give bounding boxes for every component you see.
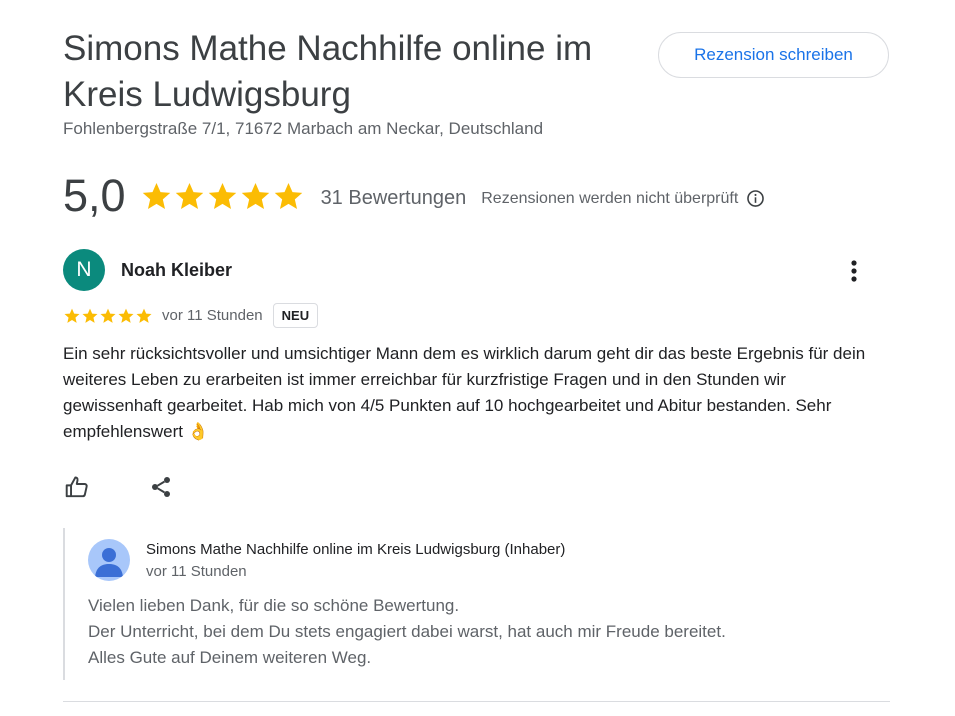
business-title: Simons Mathe Nachhilfe online im Kreis L… — [63, 29, 593, 114]
more-options-button[interactable] — [840, 256, 868, 286]
owner-reply: Simons Mathe Nachhilfe online im Kreis L… — [63, 528, 890, 680]
share-button[interactable] — [146, 472, 176, 502]
star-icon — [118, 308, 134, 323]
divider — [63, 701, 890, 702]
reviewer-avatar[interactable]: N — [63, 249, 105, 291]
reviewer-name[interactable]: Noah Kleiber — [121, 260, 232, 281]
person-icon — [95, 548, 123, 577]
review-meta: vor 11 Stunden NEU — [63, 302, 319, 329]
owner-reply-line: Der Unterricht, bei dem Du stets engagie… — [88, 622, 726, 641]
review-stars — [63, 307, 153, 325]
owner-reply-line: Alles Gute auf Deinem weiteren Weg. — [88, 648, 372, 667]
rating-value: 5,0 — [63, 170, 126, 221]
star-icon — [208, 182, 236, 209]
star-icon — [175, 182, 203, 209]
owner-reply-text: Vielen lieben Dank, für die so schöne Be… — [88, 593, 878, 671]
write-review-button[interactable]: Rezension schreiben — [658, 32, 889, 78]
rating-summary: 5,0 31 Bewertungen Rezensionen werden ni… — [63, 168, 765, 224]
star-icon — [136, 308, 152, 323]
star-icon — [82, 308, 98, 323]
review-text: Ein sehr rücksichtsvoller und umsichtige… — [63, 344, 866, 441]
star-icon — [241, 182, 269, 209]
review-count[interactable]: 31 Bewertungen — [321, 187, 467, 210]
owner-avatar — [88, 539, 130, 581]
review-time: vor 11 Stunden — [162, 307, 263, 324]
like-button[interactable] — [62, 472, 92, 502]
new-badge: NEU — [272, 303, 319, 328]
star-icon — [274, 182, 302, 209]
star-icon — [64, 308, 80, 323]
unverified-note-text: Rezensionen werden nicht überprüft — [481, 189, 739, 207]
owner-reply-line: Vielen lieben Dank, für die so schöne Be… — [88, 596, 460, 615]
info-icon[interactable] — [746, 189, 765, 208]
star-icon — [142, 182, 170, 209]
rating-stars — [140, 180, 305, 213]
owner-reply-time: vor 11 Stunden — [146, 563, 247, 580]
more-vert-icon — [851, 260, 857, 282]
business-address: Fohlenbergstraße 7/1, 71672 Marbach am N… — [63, 119, 544, 138]
unverified-note: Rezensionen werden nicht überprüft — [481, 189, 765, 208]
thumb-up-icon — [65, 476, 88, 498]
star-icon — [100, 308, 116, 323]
owner-name: Simons Mathe Nachhilfe online im Kreis L… — [146, 541, 566, 558]
share-icon — [152, 477, 170, 497]
